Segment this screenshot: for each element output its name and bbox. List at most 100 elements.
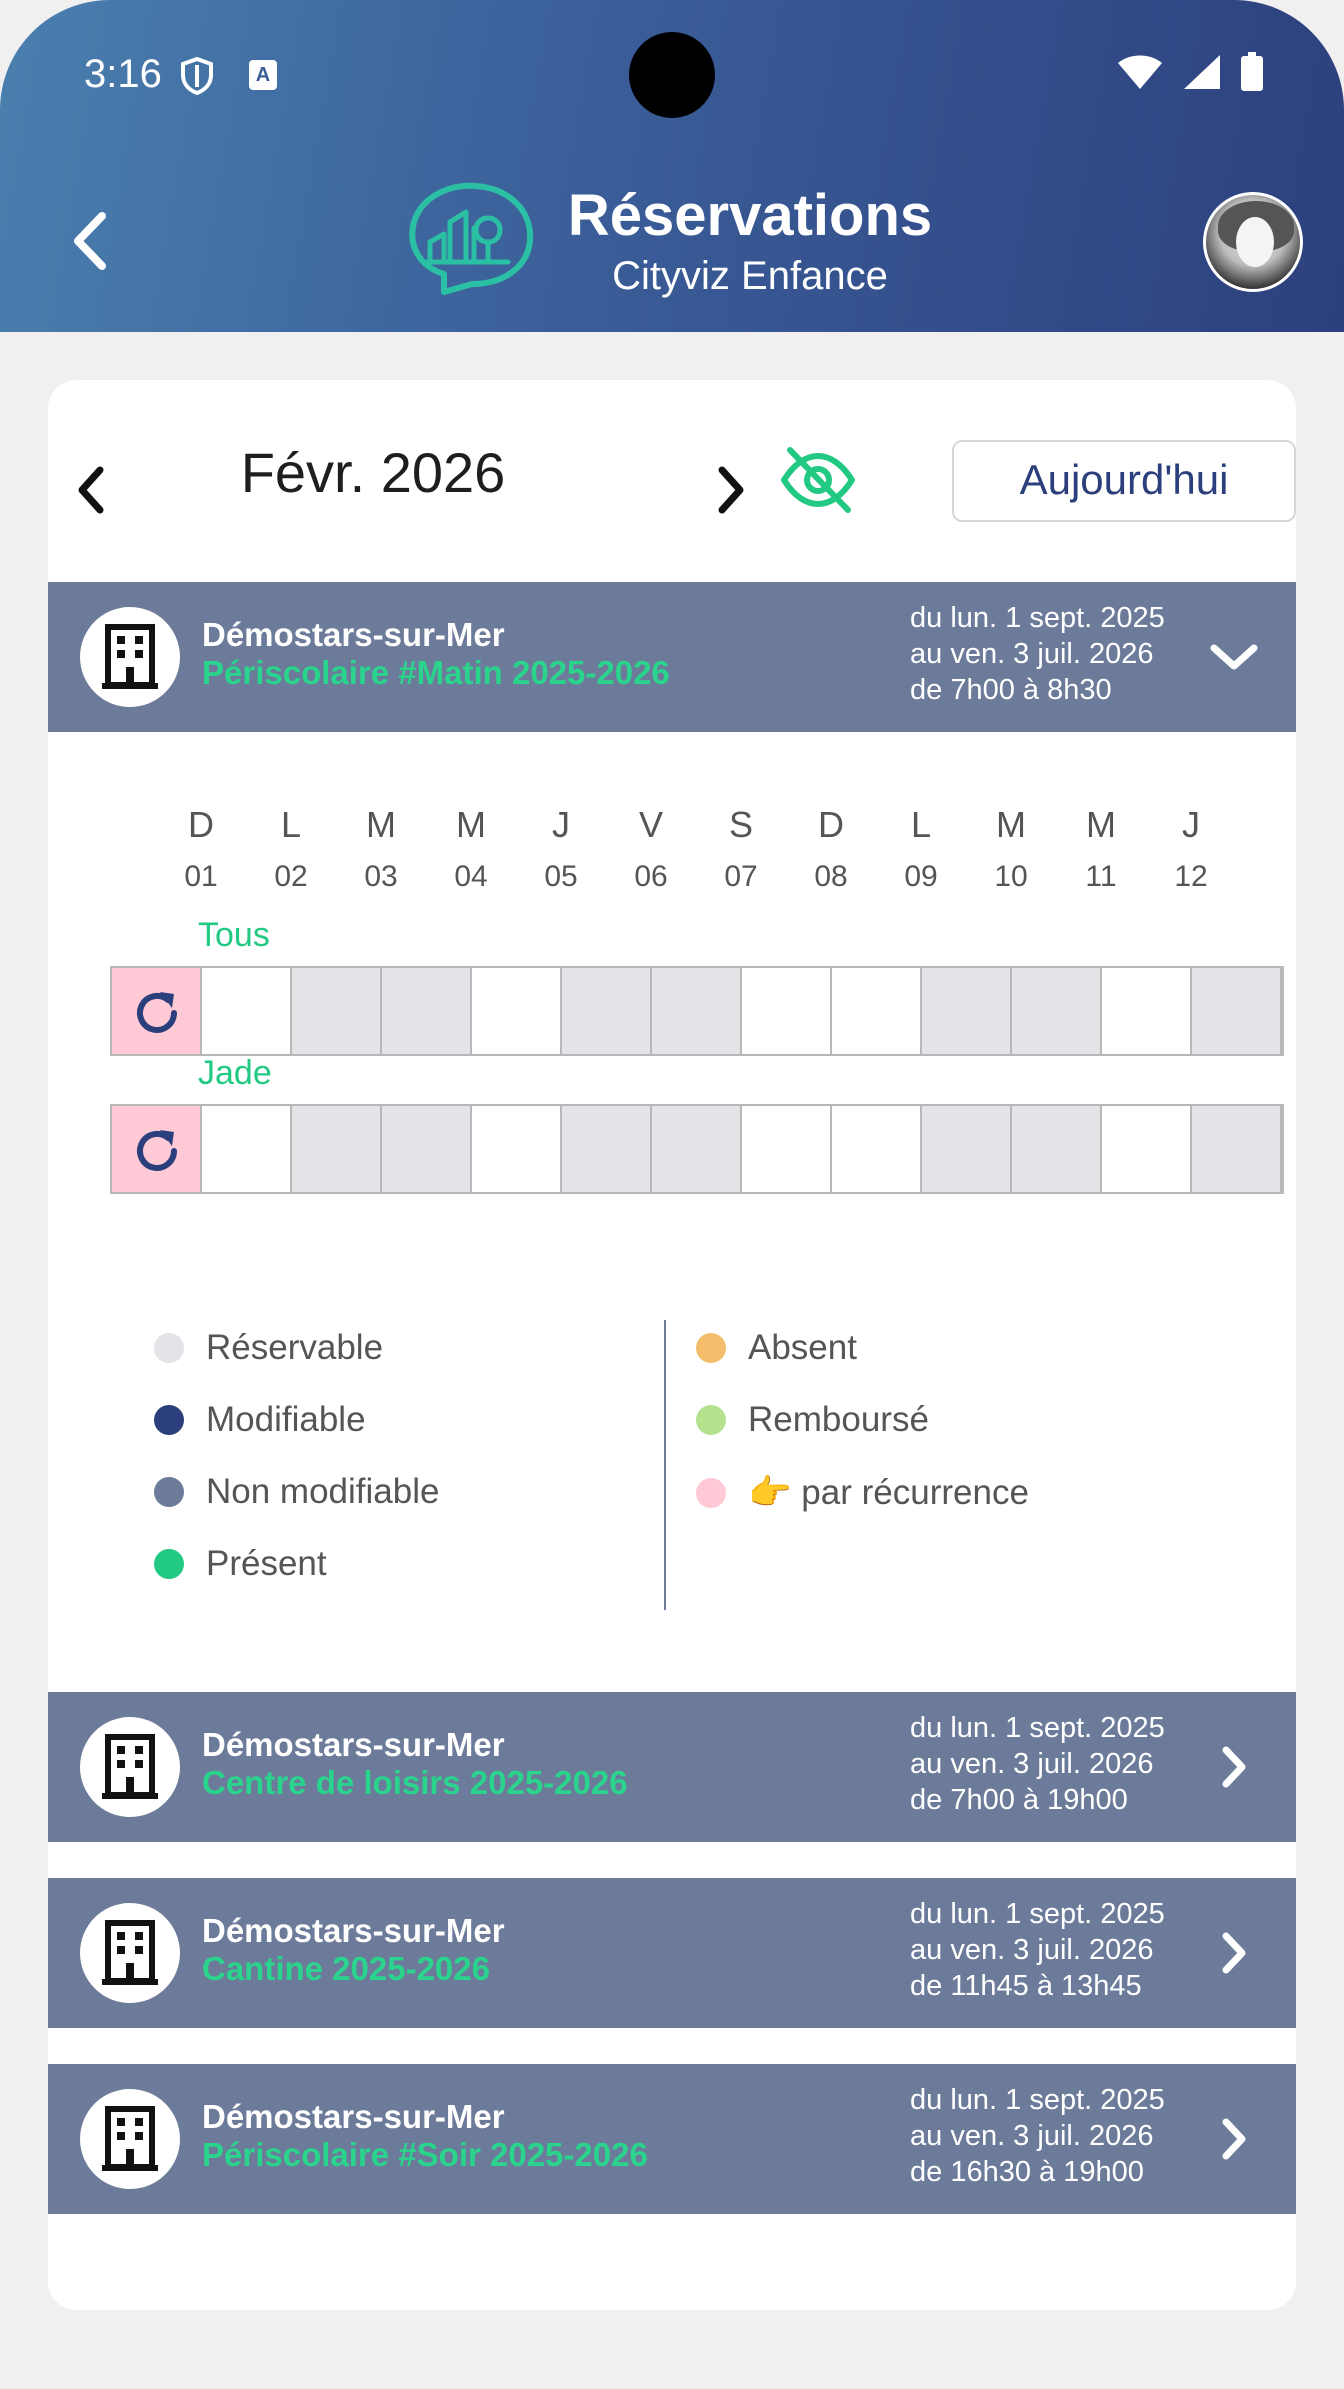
wifi-icon <box>1118 55 1162 89</box>
building-icon <box>80 2089 180 2189</box>
day-cell[interactable] <box>472 1106 562 1192</box>
service-dates: du lun. 1 sept. 2025 au ven. 3 juil. 202… <box>910 602 1165 706</box>
day-cell[interactable] <box>382 968 472 1054</box>
day-number: 04 <box>454 860 488 893</box>
day-letter: M <box>456 804 486 845</box>
reservations-card: Févr. 2026 Aujourd'hui Démostars-sur-Mer… <box>48 380 1296 2310</box>
day-cell[interactable] <box>1012 968 1102 1054</box>
status-icons <box>1116 52 1264 92</box>
day-cell[interactable] <box>1102 968 1192 1054</box>
accessibility-icon: A <box>249 60 277 90</box>
service-header-cantine[interactable]: Démostars-sur-Mer Cantine 2025-2026 du l… <box>48 1878 1296 2028</box>
recurrence-button[interactable] <box>112 968 202 1054</box>
chevron-right-icon[interactable] <box>1206 1742 1262 1792</box>
day-cell[interactable] <box>922 968 1012 1054</box>
service-dates: du lun. 1 sept. 2025 au ven. 3 juil. 202… <box>910 1712 1165 1816</box>
camera-cutout <box>629 32 715 118</box>
avatar[interactable] <box>1203 192 1303 292</box>
day-cell[interactable] <box>832 968 922 1054</box>
legend-dot <box>696 1333 726 1363</box>
refresh-icon <box>137 1130 177 1171</box>
legend-item: Réservable <box>154 1328 383 1368</box>
next-month-chevron-icon[interactable] <box>708 460 754 520</box>
day-letter: L <box>280 804 302 845</box>
day-cell[interactable] <box>1192 1106 1282 1192</box>
day-letter: M <box>1086 804 1116 845</box>
recurrence-button[interactable] <box>112 1106 202 1192</box>
day-number: 08 <box>814 860 848 893</box>
service-header-centre-de-loisirs[interactable]: Démostars-sur-Mer Centre de loisirs 2025… <box>48 1692 1296 1842</box>
service-name: Centre de loisirs 2025-2026 <box>202 1764 628 1801</box>
service-name: Périscolaire #Matin 2025-2026 <box>202 654 670 691</box>
day-cell[interactable] <box>202 1106 292 1192</box>
day-column: D 08 <box>786 804 876 894</box>
day-letter: D <box>818 804 844 845</box>
day-column: S 07 <box>696 804 786 894</box>
legend-dot <box>154 1333 184 1363</box>
day-cell[interactable] <box>652 1106 742 1192</box>
reservation-row-jade <box>110 1104 1284 1194</box>
day-column: V 06 <box>606 804 696 894</box>
day-number: 02 <box>274 860 308 893</box>
day-letter: V <box>638 804 663 845</box>
signal-icon <box>1184 55 1220 89</box>
page-title: Réservations <box>567 183 933 248</box>
day-cell[interactable] <box>742 1106 832 1192</box>
back-arrow-icon[interactable] <box>66 208 116 274</box>
chevron-right-icon[interactable] <box>1206 1928 1262 1978</box>
day-cell[interactable] <box>1012 1106 1102 1192</box>
previous-month-chevron-icon[interactable] <box>68 460 114 520</box>
row-label-tous: Tous <box>198 916 270 954</box>
service-city: Démostars-sur-Mer <box>202 1726 505 1763</box>
day-header: D 01 L 02 M 03 M 04 J 05 V 06 S 07 D 08 L 09 M 10 M 11 J 12 <box>48 804 1296 914</box>
day-letter: D <box>188 804 214 845</box>
day-cell[interactable] <box>742 968 832 1054</box>
day-cell[interactable] <box>472 968 562 1054</box>
day-cell[interactable] <box>652 968 742 1054</box>
page-subtitle: Cityviz Enfance <box>612 254 888 298</box>
day-column: L 09 <box>876 804 966 894</box>
cityviz-logo-icon <box>409 182 534 295</box>
refresh-icon <box>137 992 177 1033</box>
day-column: J 12 <box>1146 804 1236 894</box>
day-cell[interactable] <box>562 968 652 1054</box>
service-city: Démostars-sur-Mer <box>202 616 505 653</box>
day-cell[interactable] <box>562 1106 652 1192</box>
service-dates: du lun. 1 sept. 2025 au ven. 3 juil. 202… <box>910 1898 1165 2002</box>
day-column: J 05 <box>516 804 606 894</box>
legend-item: Remboursé <box>696 1400 929 1440</box>
day-letter: M <box>996 804 1026 845</box>
day-cell[interactable] <box>1192 968 1282 1054</box>
day-number: 11 <box>1085 860 1117 893</box>
day-cell[interactable] <box>1102 1106 1192 1192</box>
legend-item: Non modifiable <box>154 1472 439 1512</box>
legend: Réservable Modifiable Non modifiable Pré… <box>48 1320 1296 1620</box>
day-cell[interactable] <box>292 1106 382 1192</box>
service-city: Démostars-sur-Mer <box>202 1912 505 1949</box>
day-cell[interactable] <box>832 1106 922 1192</box>
day-cell[interactable] <box>382 1106 472 1192</box>
service-header-periscolaire-matin[interactable]: Démostars-sur-Mer Périscolaire #Matin 20… <box>48 582 1296 732</box>
building-icon <box>80 1717 180 1817</box>
service-city: Démostars-sur-Mer <box>202 2098 505 2135</box>
day-letter: J <box>552 804 570 845</box>
day-cell[interactable] <box>922 1106 1012 1192</box>
service-name: Périscolaire #Soir 2025-2026 <box>202 2136 648 2173</box>
service-header-periscolaire-soir[interactable]: Démostars-sur-Mer Périscolaire #Soir 202… <box>48 2064 1296 2214</box>
day-letter: J <box>1182 804 1200 845</box>
today-button[interactable]: Aujourd'hui <box>952 440 1296 522</box>
legend-dot <box>696 1405 726 1435</box>
legend-dot <box>154 1405 184 1435</box>
shield-icon <box>181 56 213 96</box>
day-number: 09 <box>904 860 938 893</box>
day-cell[interactable] <box>292 968 382 1054</box>
battery-icon <box>1241 52 1263 91</box>
day-cell[interactable] <box>202 968 292 1054</box>
day-column: L 02 <box>246 804 336 894</box>
eye-off-icon[interactable] <box>778 440 858 520</box>
chevron-right-icon[interactable] <box>1206 2114 1262 2164</box>
day-number: 07 <box>724 860 758 893</box>
chevron-down-icon[interactable] <box>1206 632 1262 682</box>
day-number: 12 <box>1174 860 1208 893</box>
day-letter: L <box>910 804 932 845</box>
